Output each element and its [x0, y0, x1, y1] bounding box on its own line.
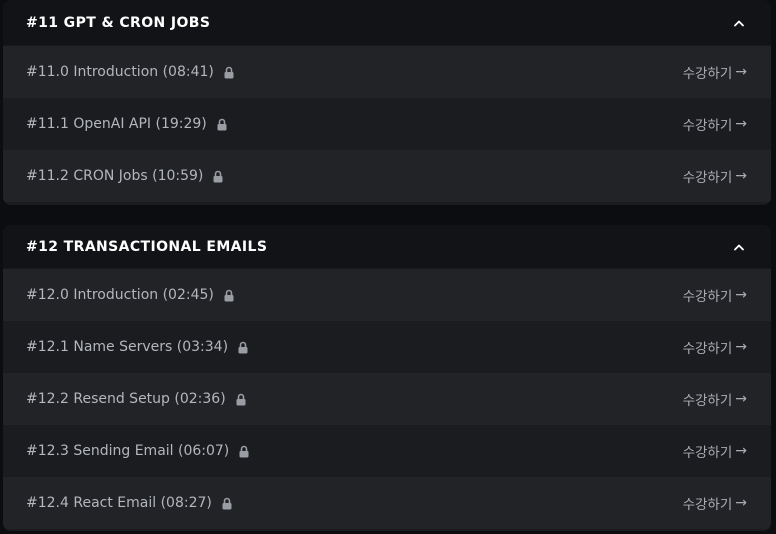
start-lesson-link[interactable]: 수강하기 → — [683, 493, 747, 513]
lesson-row[interactable]: #12.0 Introduction (02:45) 수강하기 → — [3, 269, 771, 321]
lesson-row[interactable]: #12.2 Resend Setup (02:36) 수강하기 → — [3, 373, 771, 425]
lesson-row[interactable]: #11.1 OpenAI API (19:29) 수강하기 → — [3, 98, 771, 150]
arrow-right-icon: → — [735, 339, 747, 355]
lesson-title: #11.1 OpenAI API (19:29) — [26, 116, 207, 132]
arrow-right-icon: → — [735, 64, 747, 80]
start-lesson-label: 수강하기 — [682, 341, 733, 357]
lesson-row[interactable]: #12.3 Sending Email (06:07) 수강하기 → — [3, 425, 771, 477]
lock-icon — [216, 118, 228, 131]
section-12: #12 TRANSACTIONAL EMAILS #12.0 Introduct… — [3, 225, 771, 531]
section-header-11[interactable]: #11 GPT & CRON JOBS — [3, 0, 771, 46]
arrow-right-icon: → — [735, 116, 747, 132]
start-lesson-label: 수강하기 — [682, 445, 733, 461]
start-lesson-link[interactable]: 수강하기 → — [683, 285, 747, 305]
lesson-title: #12.3 Sending Email (06:07) — [26, 443, 230, 459]
arrow-right-icon: → — [735, 443, 747, 459]
lock-icon — [235, 393, 247, 406]
lesson-info: #12.2 Resend Setup (02:36) — [26, 391, 247, 407]
start-lesson-link[interactable]: 수강하기 → — [683, 166, 747, 186]
lesson-info: #12.4 React Email (08:27) — [26, 495, 233, 511]
start-lesson-label: 수강하기 — [682, 497, 733, 513]
start-lesson-label: 수강하기 — [682, 170, 733, 186]
start-lesson-link[interactable]: 수강하기 → — [683, 62, 747, 82]
lock-icon — [221, 497, 233, 510]
lock-icon — [238, 445, 250, 458]
lesson-info: #12.1 Name Servers (03:34) — [26, 339, 249, 355]
start-lesson-link[interactable]: 수강하기 → — [683, 389, 747, 409]
lesson-info: #11.1 OpenAI API (19:29) — [26, 116, 228, 132]
section-title: #12 TRANSACTIONAL EMAILS — [26, 238, 268, 255]
arrow-right-icon: → — [735, 495, 747, 511]
lesson-info: #11.2 CRON Jobs (10:59) — [26, 168, 224, 184]
lesson-info: #12.3 Sending Email (06:07) — [26, 443, 250, 459]
lesson-row[interactable]: #12.4 React Email (08:27) 수강하기 → — [3, 477, 771, 529]
section-title: #11 GPT & CRON JOBS — [26, 14, 211, 31]
lock-icon — [223, 289, 235, 302]
start-lesson-label: 수강하기 — [682, 393, 733, 409]
chevron-up-icon[interactable] — [733, 241, 745, 253]
lock-icon — [237, 341, 249, 354]
section-header-12[interactable]: #12 TRANSACTIONAL EMAILS — [3, 225, 771, 269]
lesson-row[interactable]: #11.0 Introduction (08:41) 수강하기 → — [3, 46, 771, 98]
start-lesson-link[interactable]: 수강하기 → — [683, 441, 747, 461]
lesson-info: #11.0 Introduction (08:41) — [26, 64, 235, 80]
arrow-right-icon: → — [735, 168, 747, 184]
start-lesson-label: 수강하기 — [682, 66, 733, 82]
lock-icon — [212, 170, 224, 183]
lock-icon — [223, 66, 235, 79]
lesson-title: #12.4 React Email (08:27) — [26, 495, 212, 511]
section-11: #11 GPT & CRON JOBS #11.0 Introduction (… — [3, 0, 771, 205]
lesson-title: #12.0 Introduction (02:45) — [26, 287, 214, 303]
lesson-title: #12.2 Resend Setup (02:36) — [26, 391, 226, 407]
lesson-row[interactable]: #12.1 Name Servers (03:34) 수강하기 → — [3, 321, 771, 373]
start-lesson-link[interactable]: 수강하기 → — [683, 337, 747, 357]
lesson-title: #11.0 Introduction (08:41) — [26, 64, 214, 80]
start-lesson-label: 수강하기 — [682, 118, 733, 134]
lesson-row[interactable]: #11.2 CRON Jobs (10:59) 수강하기 → — [3, 150, 771, 202]
arrow-right-icon: → — [735, 391, 747, 407]
arrow-right-icon: → — [735, 287, 747, 303]
chevron-up-icon[interactable] — [733, 17, 745, 29]
lesson-title: #12.1 Name Servers (03:34) — [26, 339, 229, 355]
start-lesson-link[interactable]: 수강하기 → — [683, 114, 747, 134]
lesson-info: #12.0 Introduction (02:45) — [26, 287, 235, 303]
start-lesson-label: 수강하기 — [682, 289, 733, 305]
lesson-title: #11.2 CRON Jobs (10:59) — [26, 168, 204, 184]
